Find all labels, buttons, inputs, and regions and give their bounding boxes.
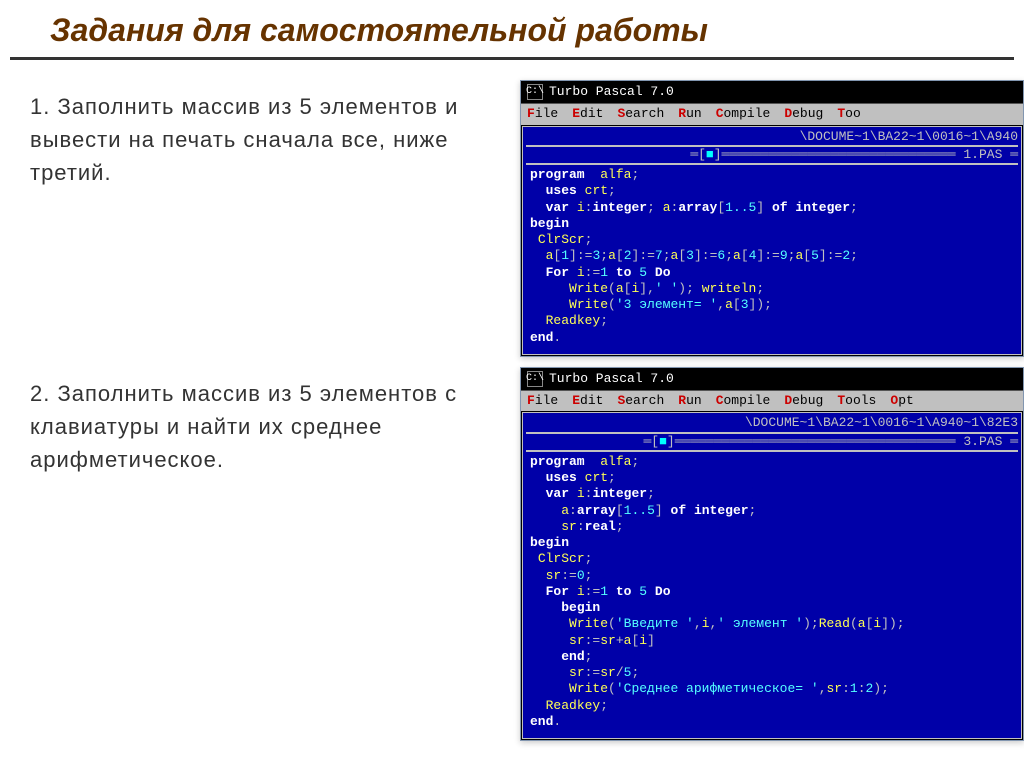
window-titlebar: C:\ Turbo Pascal 7.0 (521, 368, 1023, 391)
task-1-num: 1. (30, 94, 50, 119)
menu-search[interactable]: Search (617, 106, 664, 122)
editor-filename: ═[■]════════════════════════════════════… (526, 434, 1018, 452)
menu-edit[interactable]: Edit (572, 106, 603, 122)
task-2-body: Заполнить массив из 5 элементов с клавиа… (30, 381, 457, 472)
task-2-text: 2. Заполнить массив из 5 элементов с кла… (10, 367, 510, 486)
turbo-pascal-window-1: C:\ Turbo Pascal 7.0 File Edit Search Ru… (520, 80, 1024, 357)
menu-file[interactable]: File (527, 393, 558, 409)
editor-pane: \DOCUME~1\BA22~1\0016~1\A940 ═[■]═══════… (522, 126, 1022, 355)
editor-filename: ═[■]══════════════════════════════ 1.PAS… (526, 147, 1018, 165)
menu-tools[interactable]: Tools (837, 393, 876, 409)
menu-tools[interactable]: Too (837, 106, 860, 122)
window-title: Turbo Pascal 7.0 (549, 371, 674, 387)
app-icon: C:\ (527, 84, 543, 100)
menu-file[interactable]: File (527, 106, 558, 122)
app-icon: C:\ (527, 371, 543, 387)
editor-pane: \DOCUME~1\BA22~1\0016~1\A940~1\82E3 ═[■]… (522, 412, 1022, 739)
menu-compile[interactable]: Compile (716, 106, 771, 122)
menubar[interactable]: File Edit Search Run Compile Debug Too (521, 104, 1023, 124)
editor-path: \DOCUME~1\BA22~1\0016~1\A940 (526, 129, 1018, 147)
menu-run[interactable]: Run (678, 106, 701, 122)
task-1-text: 1. Заполнить массив из 5 элементов и выв… (10, 80, 510, 199)
task-1-body: Заполнить массив из 5 элементов и вывест… (30, 94, 458, 185)
slide-title: Задания для самостоятельной работы (10, 0, 1014, 60)
code-block-1: program alfa; uses crt; var i:integer; a… (526, 165, 1018, 348)
menu-run[interactable]: Run (678, 393, 701, 409)
code-block-2: program alfa; uses crt; var i:integer; a… (526, 452, 1018, 732)
task-2-num: 2. (30, 381, 50, 406)
editor-path: \DOCUME~1\BA22~1\0016~1\A940~1\82E3 (526, 415, 1018, 433)
menubar[interactable]: File Edit Search Run Compile Debug Tools… (521, 391, 1023, 411)
menu-debug[interactable]: Debug (784, 106, 823, 122)
menu-options[interactable]: Opt (890, 393, 913, 409)
turbo-pascal-window-2: C:\ Turbo Pascal 7.0 File Edit Search Ru… (520, 367, 1024, 741)
menu-search[interactable]: Search (617, 393, 664, 409)
menu-edit[interactable]: Edit (572, 393, 603, 409)
window-title: Turbo Pascal 7.0 (549, 84, 674, 100)
content-grid: 1. Заполнить массив из 5 элементов и выв… (0, 80, 1024, 741)
menu-compile[interactable]: Compile (716, 393, 771, 409)
menu-debug[interactable]: Debug (784, 393, 823, 409)
window-titlebar: C:\ Turbo Pascal 7.0 (521, 81, 1023, 104)
